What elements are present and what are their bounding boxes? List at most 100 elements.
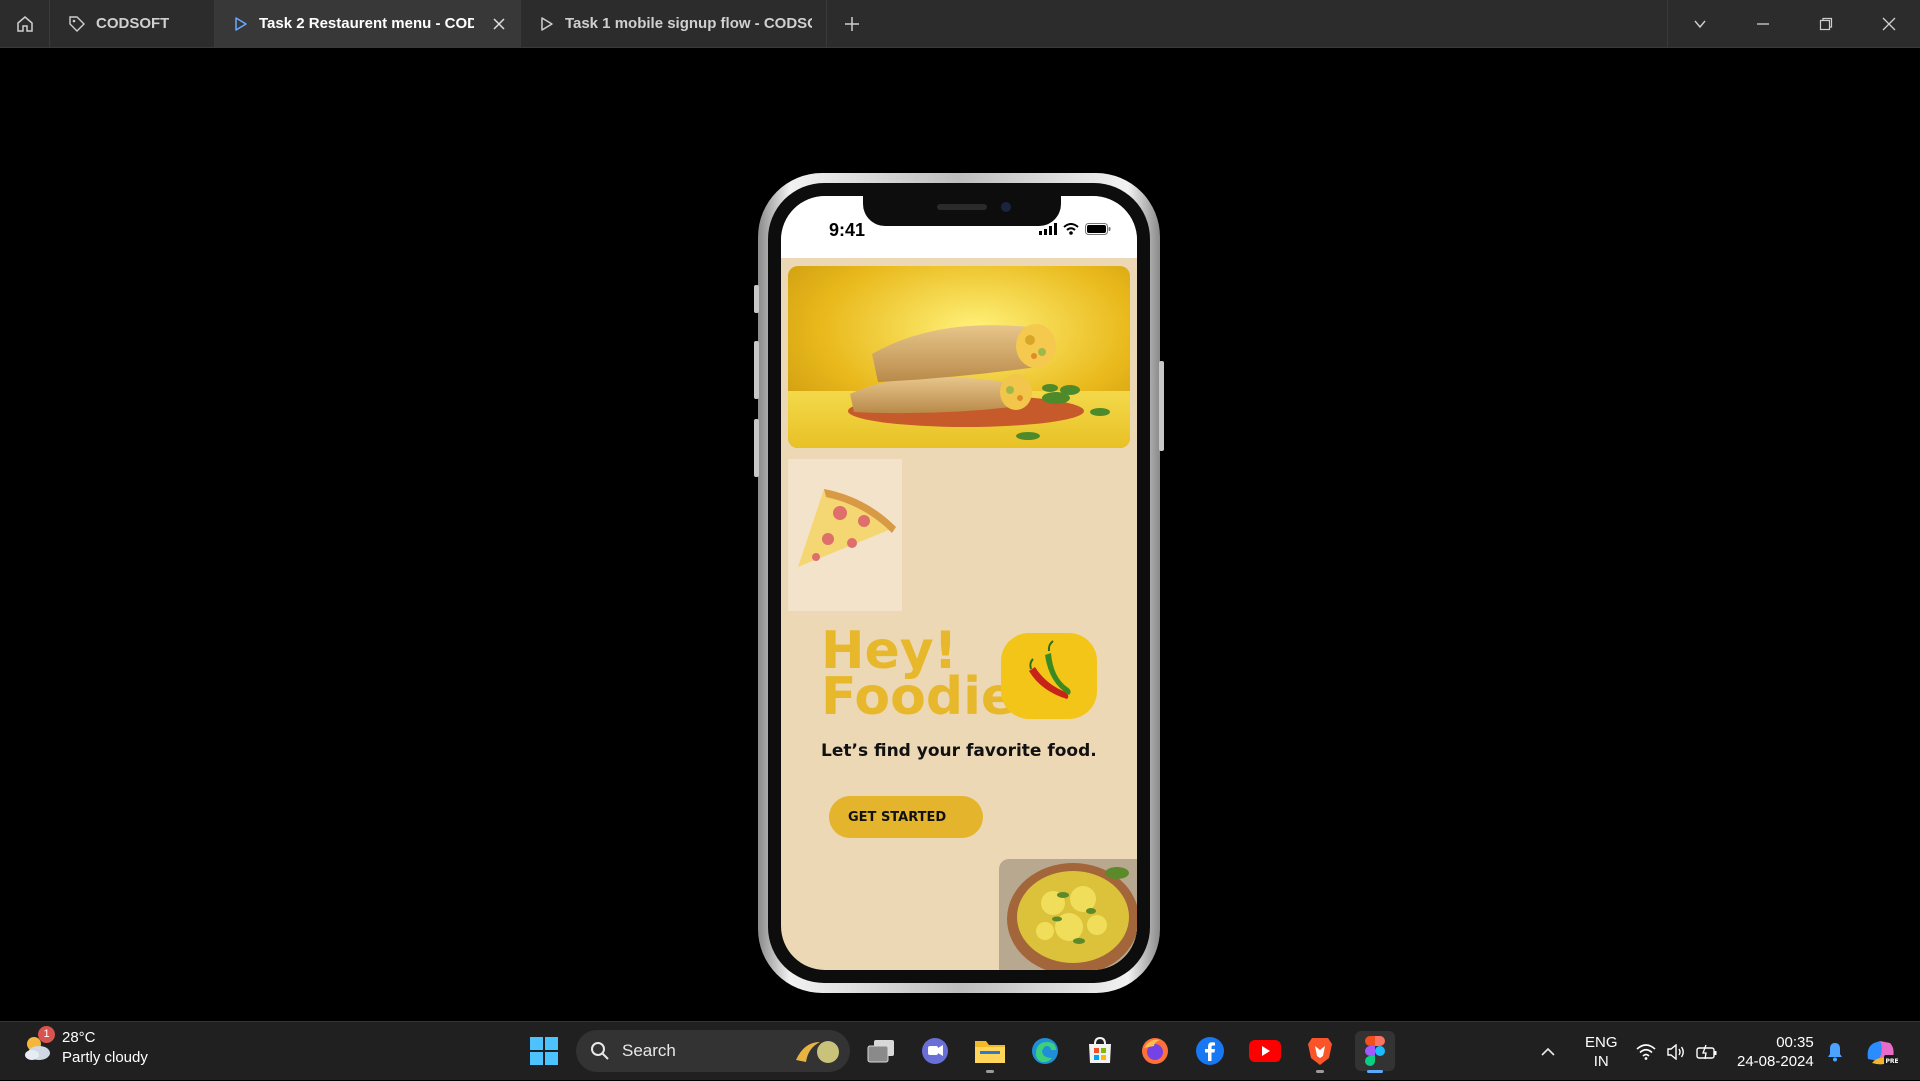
active-indicator bbox=[1367, 1070, 1383, 1073]
task-view-button[interactable] bbox=[861, 1031, 901, 1071]
chevron-down-icon bbox=[1693, 20, 1706, 28]
new-tab-button[interactable] bbox=[827, 0, 877, 47]
chat-icon bbox=[922, 1038, 948, 1064]
home-button[interactable] bbox=[0, 0, 50, 47]
phone-volume-down bbox=[754, 419, 759, 477]
battery-icon bbox=[1085, 223, 1111, 235]
plus-icon bbox=[845, 16, 859, 31]
status-icons bbox=[1039, 223, 1111, 235]
restore-icon bbox=[1819, 17, 1832, 30]
edge-icon bbox=[1032, 1038, 1058, 1064]
tab-label: Task 1 mobile signup flow - CODSOFT bbox=[564, 15, 812, 32]
weather-condition: Partly cloudy bbox=[62, 1049, 148, 1066]
status-time: 9:41 bbox=[829, 220, 866, 240]
phone-mute-switch bbox=[754, 285, 759, 313]
greeting-heading: Hey! Foodie bbox=[821, 625, 1016, 723]
edge-browser-button[interactable] bbox=[1025, 1031, 1065, 1071]
tab-list-button[interactable] bbox=[1668, 0, 1731, 47]
tag-icon bbox=[69, 15, 85, 32]
clock[interactable]: 00:35 24-08-2024 bbox=[1737, 1022, 1814, 1081]
show-hidden-icons-button[interactable] bbox=[1540, 1022, 1556, 1081]
subtitle-text: Let’s find your favorite food. bbox=[821, 741, 1097, 761]
close-window-button[interactable] bbox=[1857, 0, 1920, 47]
folder-icon bbox=[975, 1041, 1005, 1063]
weather-badge: 1 bbox=[38, 1026, 55, 1043]
language-region: IN bbox=[1593, 1052, 1609, 1070]
wrap-illustration bbox=[788, 266, 1130, 448]
weather-temp: 28°C bbox=[62, 1029, 96, 1046]
battery-charging-icon bbox=[1696, 1044, 1717, 1059]
language-code: ENG bbox=[1585, 1033, 1618, 1051]
search-icon bbox=[591, 1042, 609, 1060]
phone-frame: 9:41 Hey! Foodie Let’s find your favorit… bbox=[754, 173, 1164, 993]
phone-notch bbox=[863, 196, 1061, 226]
figma-button[interactable] bbox=[1355, 1031, 1395, 1073]
minimize-icon bbox=[1756, 22, 1769, 25]
brave-lion-icon bbox=[1308, 1038, 1332, 1065]
phone-screen: 9:41 Hey! Foodie Let’s find your favorit… bbox=[781, 196, 1137, 970]
close-icon bbox=[1882, 17, 1895, 30]
minimize-button[interactable] bbox=[1731, 0, 1794, 47]
input-language-indicator[interactable]: ENG IN bbox=[1585, 1022, 1618, 1081]
get-started-button[interactable]: GET STARTED bbox=[829, 796, 983, 838]
prototype-canvas: 9:41 Hey! Foodie Let’s find your favorit… bbox=[0, 49, 1920, 1021]
phone-volume-up bbox=[754, 341, 759, 399]
play-outline-icon bbox=[235, 16, 247, 31]
facebook-button[interactable] bbox=[1190, 1031, 1230, 1071]
start-button[interactable] bbox=[524, 1031, 564, 1071]
teams-chat-button[interactable] bbox=[915, 1031, 955, 1071]
play-outline-icon bbox=[541, 16, 553, 31]
copilot-button[interactable]: PRE bbox=[1864, 1022, 1898, 1081]
svg-text:PRE: PRE bbox=[1886, 1058, 1899, 1065]
clock-time: 00:35 bbox=[1776, 1033, 1814, 1051]
windows-logo-icon bbox=[530, 1037, 558, 1065]
hero-wrap-image bbox=[788, 266, 1130, 448]
taskbar: 1 28°C Partly cloudy Search ENG IN 00:35… bbox=[0, 1021, 1920, 1080]
firefox-button[interactable] bbox=[1135, 1031, 1175, 1071]
chili-badge bbox=[1001, 633, 1097, 719]
phone-speaker bbox=[937, 204, 987, 210]
file-explorer-button[interactable] bbox=[970, 1031, 1010, 1073]
window-controls bbox=[1667, 0, 1920, 47]
running-indicator bbox=[986, 1070, 994, 1073]
weather-widget[interactable]: 1 28°C Partly cloudy bbox=[20, 1026, 148, 1068]
tab-label: Task 2 Restaurent menu - CODSOFT bbox=[259, 15, 474, 32]
title-bar: CODSOFT Task 2 Restaurent menu - CODSOFT… bbox=[0, 0, 1920, 48]
store-icon bbox=[1089, 1036, 1111, 1063]
youtube-button[interactable] bbox=[1245, 1031, 1285, 1071]
youtube-icon bbox=[1249, 1040, 1281, 1062]
microsoft-store-button[interactable] bbox=[1080, 1031, 1120, 1071]
notifications-button[interactable] bbox=[1826, 1022, 1844, 1081]
chili-pepper-icon bbox=[1029, 640, 1071, 699]
system-tray-icons[interactable] bbox=[1636, 1022, 1718, 1081]
figma-icon bbox=[1365, 1036, 1385, 1066]
dish-image bbox=[999, 859, 1137, 970]
restore-button[interactable] bbox=[1794, 0, 1857, 47]
running-indicator bbox=[1316, 1070, 1324, 1073]
tab-task1-mobile-signup[interactable]: Task 1 mobile signup flow - CODSOFT bbox=[521, 0, 827, 47]
bell-icon bbox=[1828, 1042, 1842, 1061]
volume-icon bbox=[1667, 1043, 1684, 1060]
wifi-icon bbox=[1063, 223, 1079, 235]
facebook-icon bbox=[1196, 1037, 1224, 1065]
wifi-icon bbox=[1636, 1043, 1656, 1060]
pizza-slice-illustration bbox=[798, 489, 896, 567]
task-view-icon bbox=[867, 1040, 894, 1063]
close-icon bbox=[493, 17, 505, 30]
tab-label: CODSOFT bbox=[96, 15, 170, 32]
chevron-up-icon bbox=[1541, 1047, 1555, 1056]
taskbar-search[interactable]: Search bbox=[576, 1030, 850, 1072]
phone-power-button bbox=[1159, 361, 1164, 451]
tab-codsoft[interactable]: CODSOFT bbox=[50, 0, 215, 47]
close-tab-button[interactable] bbox=[492, 17, 506, 31]
tab-task2-restaurant-menu[interactable]: Task 2 Restaurent menu - CODSOFT bbox=[215, 0, 521, 47]
brave-browser-button[interactable] bbox=[1300, 1031, 1340, 1073]
pizza-image bbox=[788, 459, 902, 611]
search-placeholder: Search bbox=[622, 1041, 676, 1060]
weather-text: 28°C Partly cloudy bbox=[62, 1028, 148, 1068]
clock-date: 24-08-2024 bbox=[1737, 1052, 1814, 1070]
home-icon bbox=[16, 15, 33, 32]
phone-camera bbox=[1001, 202, 1011, 212]
curry-bowl-illustration bbox=[999, 859, 1137, 970]
copilot-icon: PRE bbox=[1867, 1040, 1899, 1065]
